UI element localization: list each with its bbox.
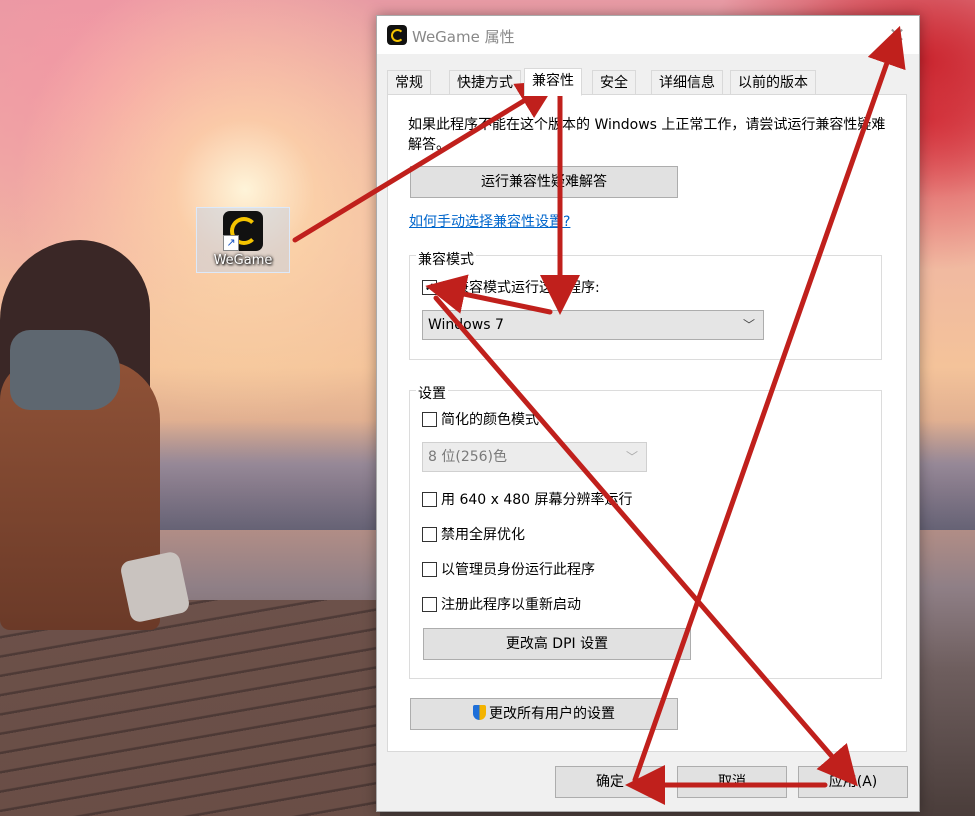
compat-mode-checkbox-row[interactable]: ✓ 以兼容模式运行这个程序:: [422, 279, 682, 297]
tab-shortcut[interactable]: 快捷方式: [449, 70, 521, 94]
wegame-app-icon: [387, 25, 407, 45]
shortcut-arrow-icon: ↗: [223, 235, 239, 251]
chevron-down-icon: ﹀: [625, 450, 638, 464]
desktop-icon-wegame[interactable]: ↗ WeGame: [196, 207, 290, 273]
fullscreen-label: 禁用全屏优化: [441, 527, 525, 543]
color-mode-select: 8 位(256)色 ﹀: [422, 442, 647, 472]
desktop-icon-label: WeGame: [213, 253, 273, 268]
uac-shield-icon: [473, 705, 486, 720]
admin-checkbox[interactable]: [422, 562, 437, 577]
title-bar[interactable]: WeGame 属性 ✕: [377, 16, 919, 54]
compat-mode-label: 以兼容模式运行这个程序:: [441, 280, 600, 296]
resolution-row[interactable]: 用 640 x 480 屏幕分辨率运行: [422, 491, 682, 509]
tab-general[interactable]: 常规: [387, 70, 431, 94]
apply-button[interactable]: 应用(A): [798, 766, 908, 798]
settings-title: 设置: [416, 383, 448, 403]
chevron-down-icon: ﹀: [742, 318, 755, 332]
restart-label: 注册此程序以重新启动: [441, 597, 581, 613]
resolution-label: 用 640 x 480 屏幕分辨率运行: [441, 492, 633, 508]
run-troubleshooter-button[interactable]: 运行兼容性疑难解答: [410, 166, 678, 198]
compat-mode-title: 兼容模式: [416, 249, 476, 269]
tab-compatibility[interactable]: 兼容性: [524, 68, 582, 96]
manual-compat-link[interactable]: 如何手动选择兼容性设置?: [409, 211, 570, 231]
fullscreen-checkbox[interactable]: [422, 527, 437, 542]
admin-row[interactable]: 以管理员身份运行此程序: [422, 561, 642, 579]
wallpaper-bag: [119, 550, 191, 624]
reduced-color-row[interactable]: 简化的颜色模式: [422, 411, 622, 429]
restart-checkbox[interactable]: [422, 597, 437, 612]
properties-dialog: WeGame 属性 ✕ 常规 快捷方式 兼容性 安全 详细信息 以前的版本 如果…: [376, 15, 920, 812]
wallpaper-deck: [0, 600, 380, 816]
os-version-value: Windows 7: [428, 317, 504, 333]
admin-label: 以管理员身份运行此程序: [441, 562, 595, 578]
ok-button[interactable]: 确定: [555, 766, 665, 798]
close-button[interactable]: ✕: [875, 16, 919, 54]
tab-security[interactable]: 安全: [592, 70, 636, 94]
wallpaper-figure-scarf: [10, 330, 120, 410]
reduced-color-checkbox[interactable]: [422, 412, 437, 427]
tab-details[interactable]: 详细信息: [651, 70, 723, 94]
reduced-color-label: 简化的颜色模式: [441, 412, 539, 428]
all-users-button[interactable]: 更改所有用户的设置: [410, 698, 678, 730]
compat-mode-checkbox[interactable]: ✓: [422, 280, 437, 295]
compat-mode-group: [409, 255, 882, 360]
tab-previous-versions[interactable]: 以前的版本: [730, 70, 816, 94]
all-users-label: 更改所有用户的设置: [489, 706, 615, 722]
fullscreen-row[interactable]: 禁用全屏优化: [422, 526, 622, 544]
compatibility-panel: 如果此程序不能在这个版本的 Windows 上正常工作，请尝试运行兼容性疑难解答…: [387, 94, 907, 752]
color-mode-value: 8 位(256)色: [428, 449, 508, 465]
restart-row[interactable]: 注册此程序以重新启动: [422, 596, 642, 614]
cancel-button[interactable]: 取消: [677, 766, 787, 798]
intro-text: 如果此程序不能在这个版本的 Windows 上正常工作，请尝试运行兼容性疑难解答…: [408, 117, 886, 153]
dialog-title: WeGame 属性: [412, 28, 515, 46]
os-version-select[interactable]: Windows 7 ﹀: [422, 310, 764, 340]
resolution-checkbox[interactable]: [422, 492, 437, 507]
tab-bar: 常规 快捷方式 兼容性 安全 详细信息 以前的版本: [387, 68, 907, 96]
high-dpi-button[interactable]: 更改高 DPI 设置: [423, 628, 691, 660]
